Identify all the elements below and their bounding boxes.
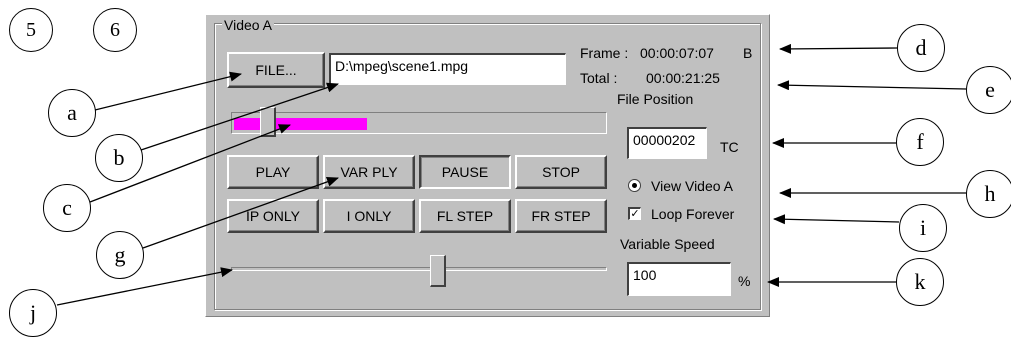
stop-button[interactable]: STOP [515,155,607,189]
play-button[interactable]: PLAY [227,155,319,189]
total-label: Total : [580,70,618,86]
file-position-unit: TC [720,139,739,155]
position-slider-thumb[interactable] [260,107,276,137]
callout-g: g [96,231,144,279]
callout-a: a [48,89,96,137]
arrow-e [777,80,967,91]
file-position-field[interactable]: 00000202 [627,127,707,159]
variable-speed-label: Variable Speed [620,236,715,252]
callout-j: j [9,289,57,337]
callout-k: k [896,258,944,306]
figure-number-5: 5 [9,8,53,52]
speed-slider-thumb[interactable] [430,255,446,287]
frame-type: B [743,45,753,61]
callout-c: c [43,184,91,232]
arrow-i [773,214,900,225]
file-position-label: File Position [617,91,694,107]
callout-d: d [897,24,945,72]
callout-e: e [966,66,1011,114]
loop-forever-checkbox[interactable]: ✓ [628,207,641,220]
callout-h: h [966,170,1011,218]
ip-only-button[interactable]: IP ONLY [227,199,319,233]
callout-b: b [95,134,143,182]
fl-step-button[interactable]: FL STEP [419,199,511,233]
radio-dot-icon [632,183,637,188]
frame-label: Frame : [580,45,629,61]
variable-speed-unit: % [738,273,751,289]
view-video-radio[interactable] [628,179,641,192]
video-a-panel: Video A FILE... D:\mpeg\scene1.mpg Frame… [205,14,770,317]
frame-value: 00:00:07:07 [640,45,714,61]
total-value: 00:00:21:25 [646,70,720,86]
callout-f: f [896,118,944,166]
figure-number-6: 6 [93,8,137,52]
file-button[interactable]: FILE... [227,52,325,88]
file-path-field[interactable]: D:\mpeg\scene1.mpg [329,53,566,85]
pause-button[interactable]: PAUSE [419,155,511,189]
variable-speed-field[interactable]: 100 [627,262,731,296]
view-video-label: View Video A [651,178,733,194]
fr-step-button[interactable]: FR STEP [515,199,607,233]
i-only-button[interactable]: I ONLY [323,199,415,233]
group-title: Video A [222,17,275,33]
speed-slider-track[interactable] [231,267,607,271]
var-play-button[interactable]: VAR PLY [323,155,415,189]
loop-forever-label: Loop Forever [651,206,735,222]
arrow-d [779,43,898,54]
position-progress-bar [234,118,367,130]
callout-i: i [899,204,947,252]
